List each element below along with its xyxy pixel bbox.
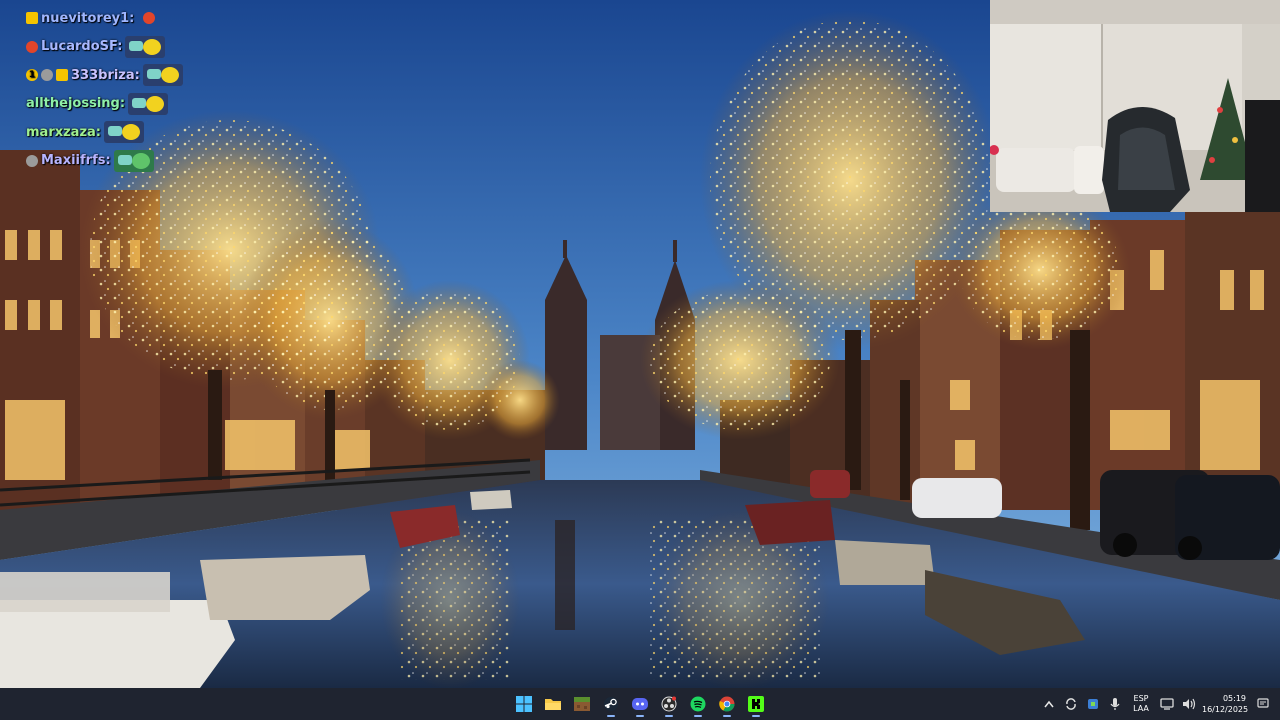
spotify-icon (690, 696, 706, 712)
chat-username[interactable]: allthejossing: (26, 96, 125, 111)
taskbar-app-obs[interactable] (657, 690, 681, 718)
chrome-icon (719, 696, 735, 712)
taskbar-app-spotify[interactable] (686, 690, 710, 718)
kick-icon (748, 696, 764, 712)
taskbar-app-steam[interactable] (599, 690, 623, 718)
chat-message: Maxiifrfs: (26, 147, 226, 176)
input-language-indicator[interactable]: ESP LAA (1128, 694, 1154, 714)
taskbar-app-start[interactable] (512, 690, 536, 718)
keyboard-layout-code: LAA (1133, 704, 1149, 713)
steam-icon (603, 696, 619, 712)
clock-time: 05:19 (1222, 694, 1246, 703)
chat-message: LucardoSF: (26, 33, 226, 62)
taskbar-app-minecraft[interactable] (570, 690, 594, 718)
chat-username[interactable]: nuevitorey1: (41, 11, 134, 26)
chat-username[interactable]: Maxiifrfs: (41, 153, 111, 168)
minion-emote-icon (113, 149, 154, 172)
discord-icon (631, 696, 649, 712)
volume-icon[interactable] (1180, 695, 1198, 713)
chat-username[interactable]: LucardoSF: (41, 39, 122, 54)
taskbar-app-file-explorer[interactable] (541, 690, 565, 718)
chat-username[interactable]: 333briza: (71, 68, 140, 83)
webcam-feed (990, 0, 1280, 212)
chat-message: 1 333briza: (26, 61, 226, 90)
webcam-overlay (990, 0, 1280, 212)
stream-chat-overlay: nuevitorey1: LucardoSF: 1 333briza: allthejo… (26, 4, 226, 175)
sync-icon[interactable] (1062, 695, 1080, 713)
red-badge-icon (26, 40, 38, 53)
minecraft-icon (573, 696, 591, 712)
network-icon[interactable] (1158, 695, 1176, 713)
taskbar-pinned-apps (512, 688, 768, 720)
taskbar-app-chrome[interactable] (715, 690, 739, 718)
chat-username[interactable]: marxzaza: (26, 125, 101, 140)
minion-emote-icon (104, 121, 144, 144)
gift-count-badge-icon: 1 (26, 69, 38, 82)
gray-badge-icon (26, 154, 38, 167)
chat-message: marxzaza: (26, 118, 226, 147)
windows-icon (516, 696, 532, 712)
taskbar-app-discord[interactable] (628, 690, 652, 718)
notification-icon[interactable] (1254, 695, 1272, 713)
minion-emote-icon (125, 35, 166, 58)
obs-icon (661, 696, 677, 712)
subscriber-badge-icon (56, 69, 68, 82)
taskbar: ESP LAA 05:19 16/12/2025 (0, 688, 1280, 720)
minion-emote-icon (142, 64, 183, 87)
gray-badge-icon (41, 69, 53, 82)
taskbar-app-kick[interactable] (744, 690, 768, 718)
chat-message: allthejossing: (26, 90, 226, 119)
security-shield-icon[interactable] (1084, 695, 1102, 713)
folder-icon (544, 696, 562, 712)
minion-emote-icon (128, 92, 169, 115)
chat-message: nuevitorey1: (26, 4, 226, 33)
language-code: ESP (1133, 694, 1149, 703)
chevron-up-icon[interactable] (1040, 695, 1058, 713)
subscriber-badge-icon (26, 12, 38, 25)
clock-date: 16/12/2025 (1202, 705, 1249, 714)
emote-icon (143, 12, 156, 25)
clock[interactable]: 05:19 16/12/2025 (1202, 693, 1249, 715)
microphone-icon[interactable] (1106, 695, 1124, 713)
system-tray: ESP LAA 05:19 16/12/2025 (1040, 688, 1280, 720)
